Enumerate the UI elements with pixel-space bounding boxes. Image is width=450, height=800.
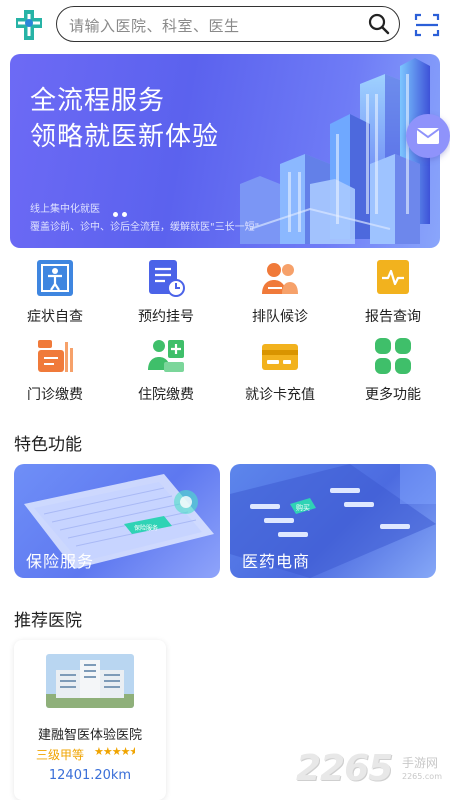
more-icon bbox=[375, 338, 411, 374]
top-bar: 请输入医院、科室、医生 bbox=[0, 0, 450, 48]
card-recharge-icon bbox=[262, 344, 298, 370]
insurance-tag: 保险服务 bbox=[134, 524, 158, 532]
function-item-inpatient-pay[interactable]: 住院缴费 bbox=[121, 336, 211, 404]
report-icon bbox=[377, 260, 409, 294]
search-icon[interactable] bbox=[367, 12, 391, 36]
promo-banner[interactable]: 全流程服务 领略就医新体验 线上集中化就医 覆盖诊前、诊中、诊后全流程，缓解就医… bbox=[10, 54, 440, 248]
function-item-outpatient-pay[interactable]: 门诊缴费 bbox=[10, 336, 100, 404]
function-label: 报告查询 bbox=[365, 309, 421, 325]
function-label: 预约挂号 bbox=[138, 309, 194, 325]
banner-title-line2: 领略就医新体验 bbox=[30, 122, 220, 152]
hospital-distance: 12401.20km bbox=[48, 768, 132, 783]
pharmacy-tag: 购买 bbox=[296, 503, 310, 512]
site-watermark: 2265 手游网 2265.com bbox=[296, 748, 450, 794]
function-label: 就诊卡充值 bbox=[245, 387, 315, 403]
banner-title-line1: 全流程服务 bbox=[30, 86, 166, 116]
banner-subtitle-line1: 线上集中化就医 bbox=[30, 204, 100, 215]
function-item-report[interactable]: 报告查询 bbox=[348, 258, 438, 326]
banner-subtitle-line2: 覆盖诊前、诊中、诊后全流程，缓解就医"三长一短" bbox=[30, 222, 260, 233]
search-input[interactable]: 请输入医院、科室、医生 bbox=[69, 15, 240, 36]
mail-icon bbox=[416, 128, 440, 144]
featured-section-title: 特色功能 bbox=[14, 435, 82, 455]
watermark-number: 2265 bbox=[296, 748, 393, 789]
function-item-queue[interactable]: 排队候诊 bbox=[235, 258, 325, 326]
outpatient-pay-icon bbox=[38, 340, 73, 372]
appointment-icon bbox=[149, 260, 185, 297]
hospital-card[interactable]: 建融智医体验医院 三级甲等 ★★★★★ 12401.20km bbox=[14, 640, 166, 800]
hospital-name: 建融智医体验医院 bbox=[37, 728, 142, 743]
scan-icon[interactable] bbox=[414, 12, 440, 38]
body-check-icon bbox=[37, 260, 73, 296]
function-item-card-recharge[interactable]: 就诊卡充值 bbox=[235, 336, 325, 404]
feature-card-pharmacy[interactable]: 购买 医药电商 bbox=[230, 464, 436, 578]
inpatient-pay-icon bbox=[148, 340, 184, 372]
message-button[interactable] bbox=[406, 114, 450, 158]
queue-icon bbox=[262, 263, 298, 294]
function-label: 更多功能 bbox=[365, 387, 421, 403]
feature-card-label: 保险服务 bbox=[26, 552, 95, 571]
watermark-url: 2265.com bbox=[402, 772, 442, 781]
recommended-section-title: 推荐医院 bbox=[14, 611, 82, 631]
search-bar[interactable]: 请输入医院、科室、医生 bbox=[56, 6, 400, 42]
watermark-name: 手游网 bbox=[402, 756, 439, 770]
function-label: 症状自查 bbox=[27, 309, 83, 325]
feature-card-insurance[interactable]: 保险服务 保险服务 bbox=[14, 464, 220, 578]
hospital-photo bbox=[46, 654, 134, 708]
function-label: 排队候诊 bbox=[252, 309, 308, 325]
function-label: 门诊缴费 bbox=[27, 387, 83, 403]
function-label: 住院缴费 bbox=[138, 387, 194, 403]
app-logo-icon[interactable] bbox=[12, 8, 46, 42]
hospital-rating-stars: ★★★★★ bbox=[94, 745, 136, 758]
hospital-level: 三级甲等 bbox=[36, 748, 85, 762]
function-item-appointment[interactable]: 预约挂号 bbox=[121, 258, 211, 326]
feature-card-label: 医药电商 bbox=[242, 552, 311, 571]
function-item-more[interactable]: 更多功能 bbox=[348, 336, 438, 404]
function-item-symptom-check[interactable]: 症状自查 bbox=[10, 258, 100, 326]
